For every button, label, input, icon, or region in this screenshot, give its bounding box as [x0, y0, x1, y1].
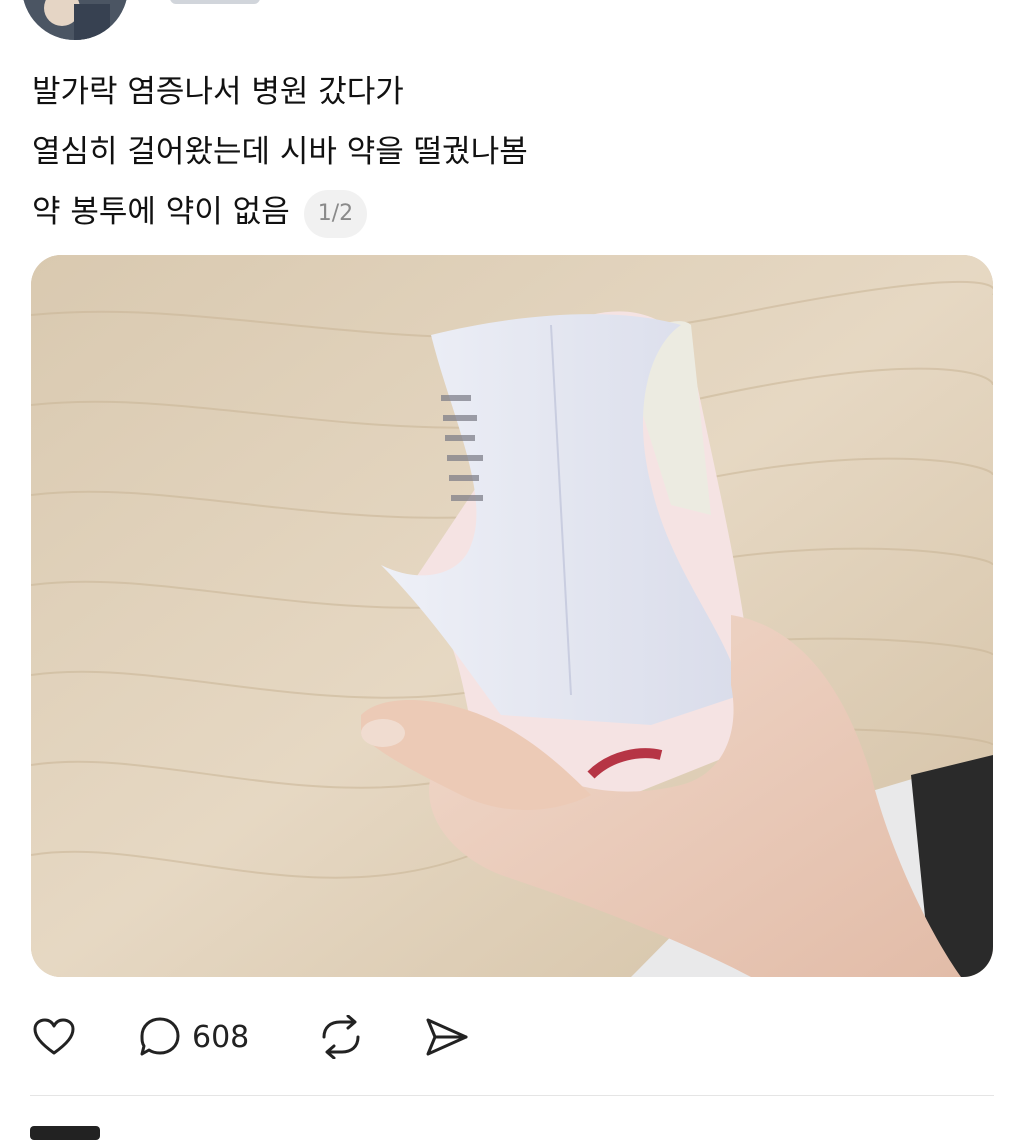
- post-photo[interactable]: [31, 255, 993, 977]
- repost-arrows-icon: [322, 1015, 360, 1059]
- username-cutoff: [170, 0, 260, 4]
- post-text-line-1: 발가락 염증나서 병원 갔다가: [32, 74, 404, 110]
- share-button[interactable]: [424, 1014, 470, 1060]
- post-text-line-3-text: 약 봉투에 약이 없음: [32, 194, 290, 230]
- speech-bubble-icon: [140, 1017, 180, 1056]
- paper-plane-icon: [426, 1018, 468, 1056]
- heart-icon: [33, 1018, 75, 1055]
- post-action-bar: 608: [0, 1006, 1024, 1066]
- photo-illustration: [31, 255, 993, 977]
- author-avatar[interactable]: [22, 0, 128, 40]
- post-text-line-2: 열심히 걸어왔는데 시바 약을 떨궜나봄: [32, 134, 528, 170]
- post-divider: [30, 1095, 994, 1096]
- media-page-counter: 1/2: [303, 189, 368, 238]
- reply-button[interactable]: 608: [138, 1014, 249, 1060]
- like-button[interactable]: [32, 1014, 76, 1060]
- post-body: 발가락 염증나서 병원 갔다가 열심히 걸어왔는데 시바 약을 떨궜나봄 약 봉…: [32, 62, 992, 242]
- post-text-line-3: 약 봉투에 약이 없음 1/2: [32, 182, 992, 242]
- repost-button[interactable]: [318, 1014, 364, 1060]
- next-post-cutoff: [30, 1126, 100, 1140]
- reply-count: 608: [192, 1019, 250, 1055]
